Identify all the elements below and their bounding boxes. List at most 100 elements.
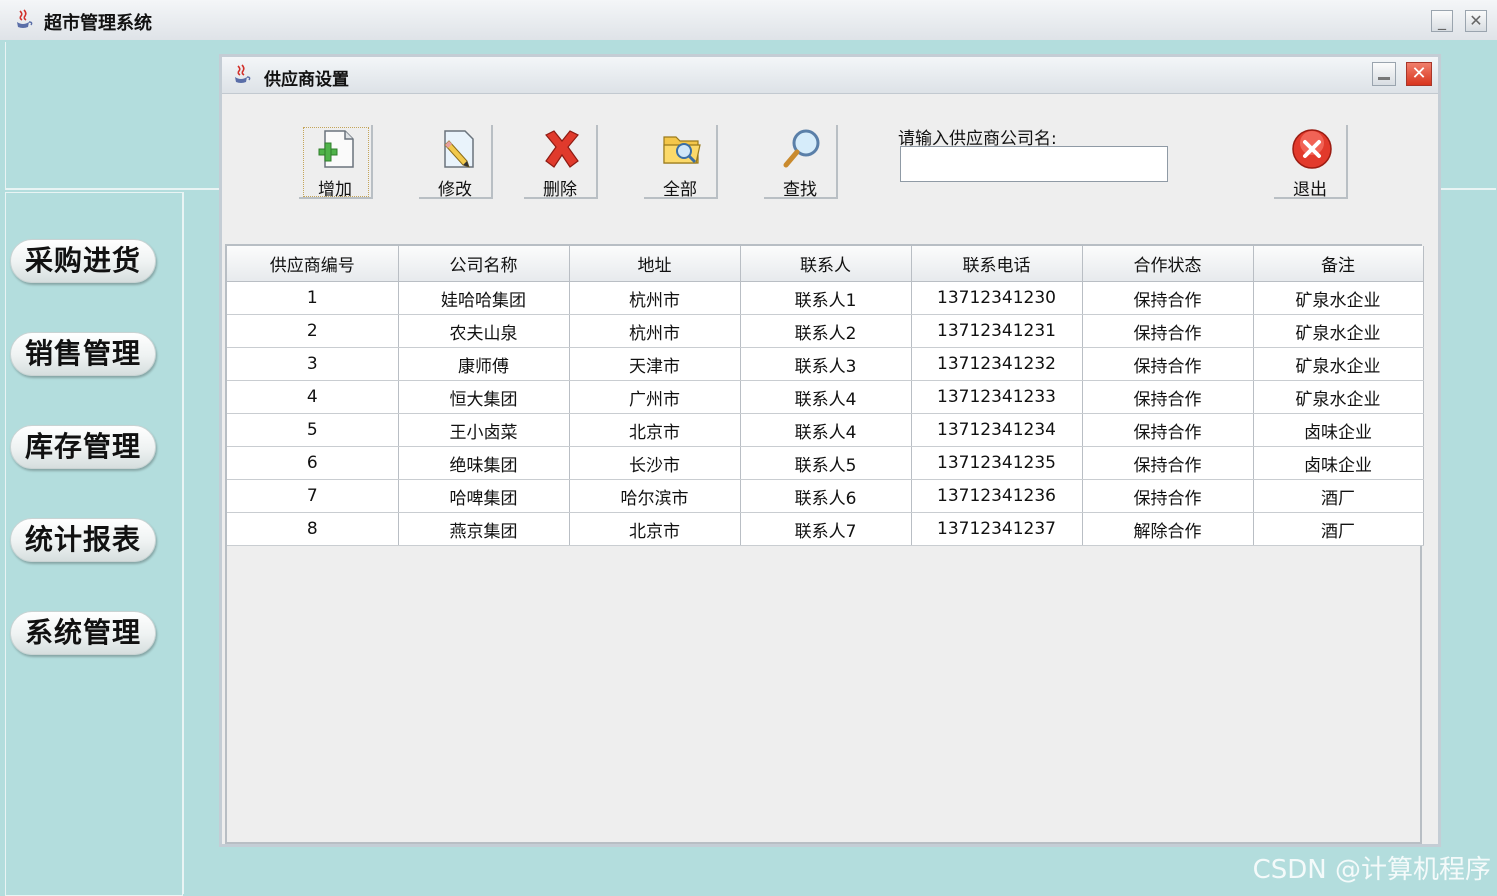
table-cell[interactable]: 2 [227, 314, 399, 348]
column-header[interactable]: 合作状态 [1082, 246, 1254, 282]
table-row[interactable]: 8 燕京集团 北京市 联系人7 13712341237 解除合作 酒厂 [227, 512, 1424, 546]
table-cell[interactable]: 恒大集团 [398, 380, 570, 414]
table-cell[interactable]: 酒厂 [1253, 479, 1424, 513]
column-header[interactable]: 备注 [1253, 246, 1424, 282]
table-cell[interactable]: 燕京集团 [398, 512, 570, 546]
frame-minimize-button[interactable] [1372, 62, 1396, 86]
exit-button[interactable]: 退出 [1274, 125, 1348, 200]
table-cell[interactable]: 矿泉水企业 [1253, 281, 1424, 315]
table-cell[interactable]: 农夫山泉 [398, 314, 570, 348]
nav-sales-button[interactable]: 销售管理 [10, 332, 156, 376]
column-header[interactable]: 供应商编号 [227, 246, 399, 282]
frame-title: 供应商设置 [264, 70, 349, 90]
table-cell[interactable]: 保持合作 [1082, 479, 1254, 513]
table-cell[interactable]: 13712341232 [911, 347, 1083, 381]
magnifier-icon [783, 129, 820, 168]
table-cell[interactable]: 联系人1 [740, 281, 912, 315]
table-row[interactable]: 1 娃哈哈集团 杭州市 联系人1 13712341230 保持合作 矿泉水企业 [227, 281, 1424, 315]
table-cell[interactable]: 联系人3 [740, 347, 912, 381]
delete-button[interactable]: 删除 [524, 125, 598, 200]
table-cell[interactable]: 联系人6 [740, 479, 912, 513]
table-cell[interactable]: 联系人2 [740, 314, 912, 348]
table-cell[interactable]: 广州市 [569, 380, 741, 414]
main-minimize-button[interactable]: _ [1431, 10, 1453, 32]
exit-label: 退出 [1293, 180, 1327, 200]
column-header[interactable]: 联系电话 [911, 246, 1083, 282]
table-cell[interactable]: 天津市 [569, 347, 741, 381]
table-cell[interactable]: 4 [227, 380, 399, 414]
table-cell[interactable]: 卤味企业 [1253, 446, 1424, 480]
table-cell[interactable]: 哈啤集团 [398, 479, 570, 513]
table-cell[interactable]: 保持合作 [1082, 314, 1254, 348]
table-cell[interactable]: 联系人5 [740, 446, 912, 480]
left-divider-panel [183, 192, 220, 894]
show-all-button[interactable]: 全部 [644, 125, 718, 200]
table-cell[interactable]: 5 [227, 413, 399, 447]
edit-pencil-icon [444, 130, 474, 168]
nav-purchase-button[interactable]: 采购进货 [10, 239, 156, 283]
table-cell[interactable]: 6 [227, 446, 399, 480]
java-coffee-icon [235, 64, 251, 83]
nav-inventory-button[interactable]: 库存管理 [10, 425, 156, 469]
main-close-button[interactable]: ✕ [1465, 10, 1487, 32]
table-cell[interactable]: 绝味集团 [398, 446, 570, 480]
delete-x-icon [545, 130, 579, 168]
table-cell[interactable]: 北京市 [569, 512, 741, 546]
table-cell[interactable]: 长沙市 [569, 446, 741, 480]
table-cell[interactable]: 矿泉水企业 [1253, 314, 1424, 348]
table-cell[interactable]: 13712341235 [911, 446, 1083, 480]
column-header[interactable]: 地址 [569, 246, 741, 282]
table-cell[interactable]: 哈尔滨市 [569, 479, 741, 513]
table-cell[interactable]: 解除合作 [1082, 512, 1254, 546]
table-cell[interactable]: 酒厂 [1253, 512, 1424, 546]
table-cell[interactable]: 保持合作 [1082, 281, 1254, 315]
table-cell[interactable]: 王小卤菜 [398, 413, 570, 447]
table-cell[interactable]: 联系人4 [740, 380, 912, 414]
table-row[interactable]: 7 哈啤集团 哈尔滨市 联系人6 13712341236 保持合作 酒厂 [227, 479, 1424, 513]
table-cell[interactable]: 康师傅 [398, 347, 570, 381]
table-cell[interactable]: 卤味企业 [1253, 413, 1424, 447]
table-cell[interactable]: 13712341236 [911, 479, 1083, 513]
edit-button[interactable]: 修改 [419, 125, 493, 200]
table-cell[interactable]: 13712341231 [911, 314, 1083, 348]
table-cell[interactable]: 杭州市 [569, 314, 741, 348]
supplier-table-scrollpane[interactable]: 供应商编号 公司名称 地址 联系人 联系电话 合作状态 备注 1 娃哈哈集团 杭… [225, 244, 1424, 844]
table-cell[interactable]: 保持合作 [1082, 413, 1254, 447]
add-button[interactable]: 增加 [299, 125, 373, 200]
table-cell[interactable]: 13712341230 [911, 281, 1083, 315]
table-cell[interactable]: 保持合作 [1082, 446, 1254, 480]
table-cell[interactable]: 矿泉水企业 [1253, 380, 1424, 414]
table-cell[interactable]: 8 [227, 512, 399, 546]
table-cell[interactable]: 保持合作 [1082, 380, 1254, 414]
table-row[interactable]: 2 农夫山泉 杭州市 联系人2 13712341231 保持合作 矿泉水企业 [227, 314, 1424, 348]
table-cell[interactable]: 1 [227, 281, 399, 315]
frame-titlebar[interactable]: 供应商设置 ✕ [222, 57, 1438, 94]
table-cell[interactable]: 3 [227, 347, 399, 381]
table-cell[interactable]: 13712341237 [911, 512, 1083, 546]
java-coffee-icon [17, 9, 33, 28]
table-row[interactable]: 3 康师傅 天津市 联系人3 13712341232 保持合作 矿泉水企业 [227, 347, 1424, 381]
table-cell[interactable]: 矿泉水企业 [1253, 347, 1424, 381]
nav-system-button[interactable]: 系统管理 [10, 611, 156, 655]
frame-close-button[interactable]: ✕ [1406, 62, 1432, 86]
table-cell[interactable]: 联系人4 [740, 413, 912, 447]
supplier-name-search-input[interactable] [900, 146, 1168, 182]
table-cell[interactable]: 娃哈哈集团 [398, 281, 570, 315]
table-row[interactable]: 5 王小卤菜 北京市 联系人4 13712341234 保持合作 卤味企业 [227, 413, 1424, 447]
column-header[interactable]: 公司名称 [398, 246, 570, 282]
nav-reports-button[interactable]: 统计报表 [10, 518, 156, 562]
table-row[interactable]: 4 恒大集团 广州市 联系人4 13712341233 保持合作 矿泉水企业 [227, 380, 1424, 414]
column-header[interactable]: 联系人 [740, 246, 912, 282]
table-cell[interactable]: 保持合作 [1082, 347, 1254, 381]
table-cell[interactable]: 13712341233 [911, 380, 1083, 414]
folder-search-icon [663, 136, 701, 164]
table-cell[interactable]: 7 [227, 479, 399, 513]
table-cell[interactable]: 北京市 [569, 413, 741, 447]
table-header-row: 供应商编号 公司名称 地址 联系人 联系电话 合作状态 备注 [227, 246, 1424, 282]
table-cell[interactable]: 13712341234 [911, 413, 1083, 447]
table-row[interactable]: 6 绝味集团 长沙市 联系人5 13712341235 保持合作 卤味企业 [227, 446, 1424, 480]
add-label: 增加 [318, 180, 352, 200]
find-button[interactable]: 查找 [764, 125, 838, 200]
table-cell[interactable]: 杭州市 [569, 281, 741, 315]
table-cell[interactable]: 联系人7 [740, 512, 912, 546]
